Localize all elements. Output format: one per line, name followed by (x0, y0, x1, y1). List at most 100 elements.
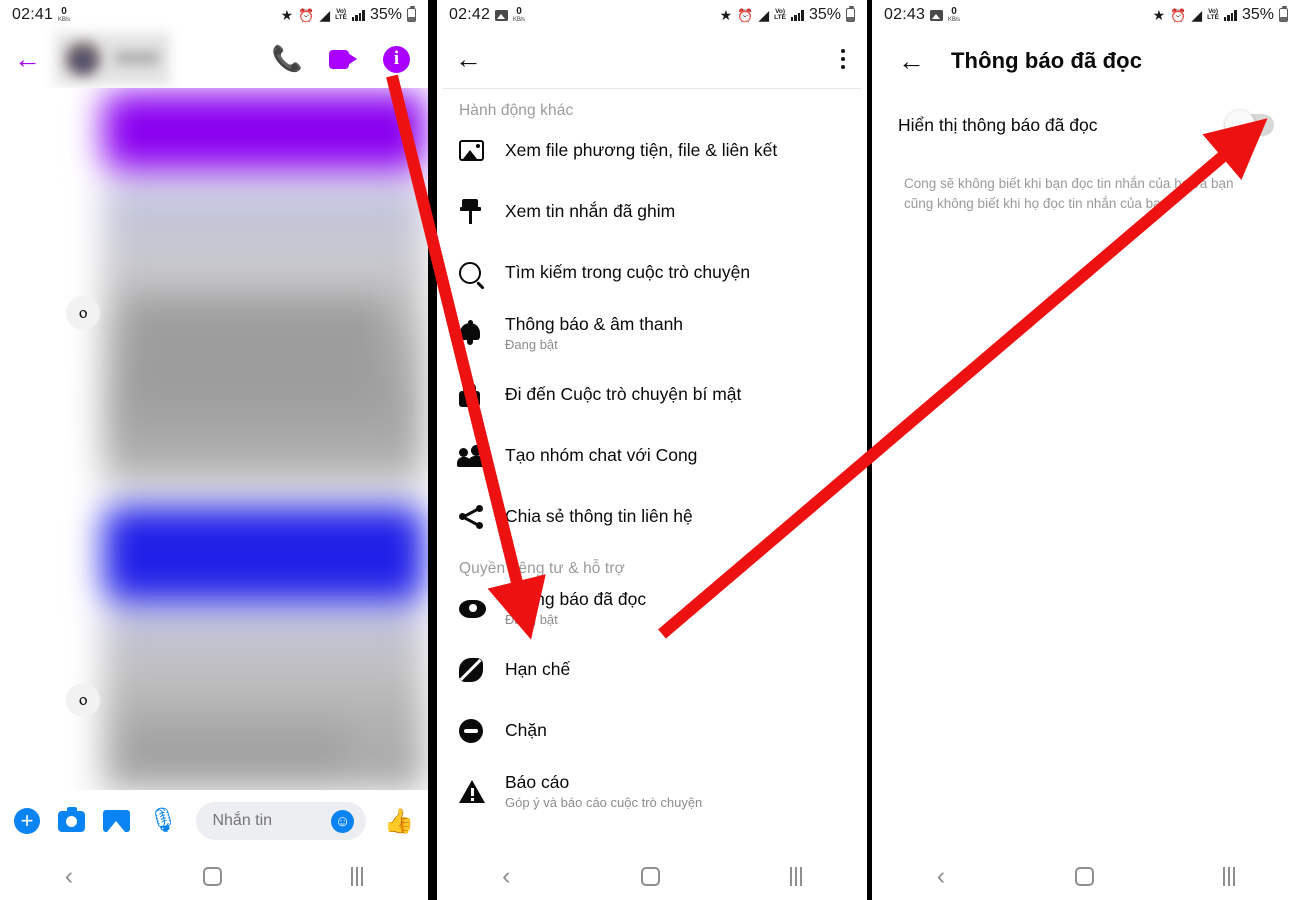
battery-percent: 35% (808, 6, 841, 23)
nav-recents-icon[interactable] (789, 866, 802, 886)
menu-item-title: Thông báo & âm thanh (505, 314, 684, 335)
status-bar-right: ★ ⏰ ◢ Vo) LTE 35% (281, 6, 416, 24)
volte-bottom: LTE (335, 14, 347, 21)
network-speed-indicator: 0 KB/s (948, 7, 960, 24)
panel-divider (428, 0, 437, 900)
back-arrow-icon[interactable]: ← (455, 45, 482, 73)
status-bar-left: 02:41 0 KB/s (12, 6, 70, 24)
back-arrow-icon[interactable]: ← (898, 47, 925, 75)
block-icon (459, 718, 505, 743)
android-nav-bar: ‹ (872, 852, 1300, 900)
nav-home-icon[interactable] (640, 866, 660, 886)
phone-icon[interactable]: 📞 (272, 46, 303, 72)
menu-item-text: Xem tin nhắn đã ghim (505, 201, 675, 222)
bell-icon (459, 320, 505, 346)
video-camera-icon[interactable] (329, 49, 357, 69)
menu-item-secret-conversation[interactable]: Đi đến Cuộc trò chuyện bí mật (437, 364, 867, 425)
kebab-menu-icon[interactable] (840, 48, 845, 70)
setting-app-bar: ← Thông báo đã đọc (872, 30, 1300, 92)
message-input[interactable]: Nhắn tin ☺ (196, 802, 367, 840)
menu-item-create-group-chat[interactable]: Tạo nhóm chat với Cong (437, 425, 867, 486)
status-bar-left: 02:43 0 KB/s (884, 6, 960, 24)
battery-percent: 35% (1241, 6, 1274, 23)
nav-home-icon[interactable] (202, 866, 222, 886)
chat-message-area: ⲟ ⲟ (0, 88, 428, 790)
menu-item-subtitle: Góp ý và báo cáo cuộc trò chuyện (505, 795, 703, 811)
volte-icon: Vo) LTE (335, 8, 347, 22)
menu-item-block[interactable]: Chặn (437, 700, 867, 761)
message-composer-bar: + 🎙 Nhắn tin ☺ 👍 (0, 790, 428, 852)
menu-item-title: Tạo nhóm chat với Cong (505, 445, 698, 465)
battery-icon (1279, 6, 1288, 22)
page-title: Thông báo đã đọc (951, 48, 1143, 73)
eye-icon (459, 599, 505, 618)
star-icon: ★ (719, 7, 733, 23)
menu-item-search-conversation[interactable]: Tìm kiếm trong cuộc trò chuyện (437, 242, 867, 303)
phone-panel-menu: 02:42 0 KB/s ★ ⏰ ◢ Vo) LTE 35% ← Hành độ… (437, 0, 867, 900)
nav-recents-icon[interactable] (351, 866, 364, 886)
volte-bottom: LTE (1207, 14, 1219, 21)
nav-recents-icon[interactable] (1223, 866, 1236, 886)
read-receipts-toggle-row[interactable]: Hiển thị thông báo đã đọc (872, 92, 1300, 140)
menu-item-pinned-messages[interactable]: Xem tin nhắn đã ghim (437, 181, 867, 242)
menu-item-text: Chia sẻ thông tin liên hệ (505, 506, 693, 527)
add-attachment-icon[interactable]: + (14, 808, 40, 834)
menu-item-view-media[interactable]: Xem file phương tiện, file & liên kết (437, 120, 867, 181)
volte-icon: Vo) LTE (1207, 8, 1219, 22)
share-button[interactable]: ⲟ (66, 296, 100, 330)
menu-item-restrict[interactable]: Hạn chế (437, 639, 867, 700)
gallery-icon[interactable] (103, 810, 130, 832)
menu-item-title: Xem file phương tiện, file & liên kết (505, 140, 778, 160)
section-header-other-actions: Hành động khác (459, 102, 574, 119)
signal-bars-icon (1223, 9, 1237, 21)
share-button[interactable]: ⲟ (66, 683, 100, 717)
menu-item-read-receipts[interactable]: Thông báo đã đọc Đang bật (437, 578, 867, 639)
menu-item-title: Chia sẻ thông tin liên hệ (505, 506, 693, 526)
signal-bars-icon (351, 9, 365, 21)
menu-item-text: Thông báo & âm thanh Đang bật (505, 314, 683, 353)
menu-item-text: Hạn chế (505, 659, 570, 680)
menu-item-text: Đi đến Cuộc trò chuyện bí mật (505, 384, 741, 405)
info-icon[interactable]: i (383, 45, 410, 73)
star-icon: ★ (280, 7, 294, 23)
menu-item-notifications-sounds[interactable]: Thông báo & âm thanh Đang bật (437, 303, 867, 364)
nav-back-icon[interactable]: ‹ (65, 863, 73, 889)
wifi-icon: ◢ (319, 7, 331, 23)
menu-item-share-contact[interactable]: Chia sẻ thông tin liên hệ (437, 486, 867, 547)
thumbs-up-icon[interactable]: 👍 (384, 807, 414, 836)
menu-item-report[interactable]: Báo cáo Góp ý và báo cáo cuộc trò chuyện (437, 761, 867, 822)
signal-bars-icon (790, 9, 804, 21)
toggle-knob (1225, 110, 1255, 140)
menu-item-title: Xem tin nhắn đã ghim (505, 201, 676, 221)
warning-icon (459, 780, 505, 803)
network-speed-unit: KB/s (513, 17, 525, 23)
menu-item-title: Chặn (505, 720, 547, 740)
wifi-icon: ◢ (758, 7, 770, 23)
phone-panel-read-receipts-setting: 02:43 0 KB/s ★ ⏰ ◢ Vo) LTE 35% ← Thông b… (872, 0, 1300, 900)
back-arrow-icon[interactable]: ← (14, 45, 41, 73)
microphone-icon[interactable]: 🎙 (148, 809, 178, 833)
status-bar-menu: 02:42 0 KB/s ★ ⏰ ◢ Vo) LTE 35% (437, 0, 867, 30)
nav-back-icon[interactable]: ‹ (937, 863, 945, 889)
chat-app-bar: ← 📞 i (0, 30, 428, 88)
network-speed-value: 0 (61, 6, 67, 17)
message-input-placeholder: Nhắn tin (212, 812, 273, 829)
status-bar-right: ★ ⏰ ◢ Vo) LTE 35% (1153, 6, 1288, 24)
contact-avatar-and-name-blurred[interactable] (55, 33, 170, 85)
battery-icon (846, 6, 855, 22)
video-body (329, 49, 349, 69)
network-speed-value: 0 (516, 6, 522, 17)
image-notification-icon (930, 9, 944, 21)
search-icon (459, 261, 505, 284)
emoji-icon[interactable]: ☺ (331, 809, 355, 833)
setting-description: Cong sẽ không biết khi bạn đọc tin nhắn … (904, 176, 1234, 212)
status-bar-right: ★ ⏰ ◢ Vo) LTE 35% (720, 6, 855, 24)
nav-back-icon[interactable]: ‹ (502, 863, 510, 889)
read-receipt-toggle[interactable] (1225, 110, 1274, 140)
camera-icon[interactable] (58, 806, 85, 832)
android-nav-bar: ‹ (437, 852, 867, 900)
alarm-icon: ⏰ (298, 7, 315, 23)
nav-home-icon[interactable] (1074, 866, 1094, 886)
share-icon (459, 504, 505, 529)
status-bar-left: 02:42 0 KB/s (449, 6, 525, 24)
